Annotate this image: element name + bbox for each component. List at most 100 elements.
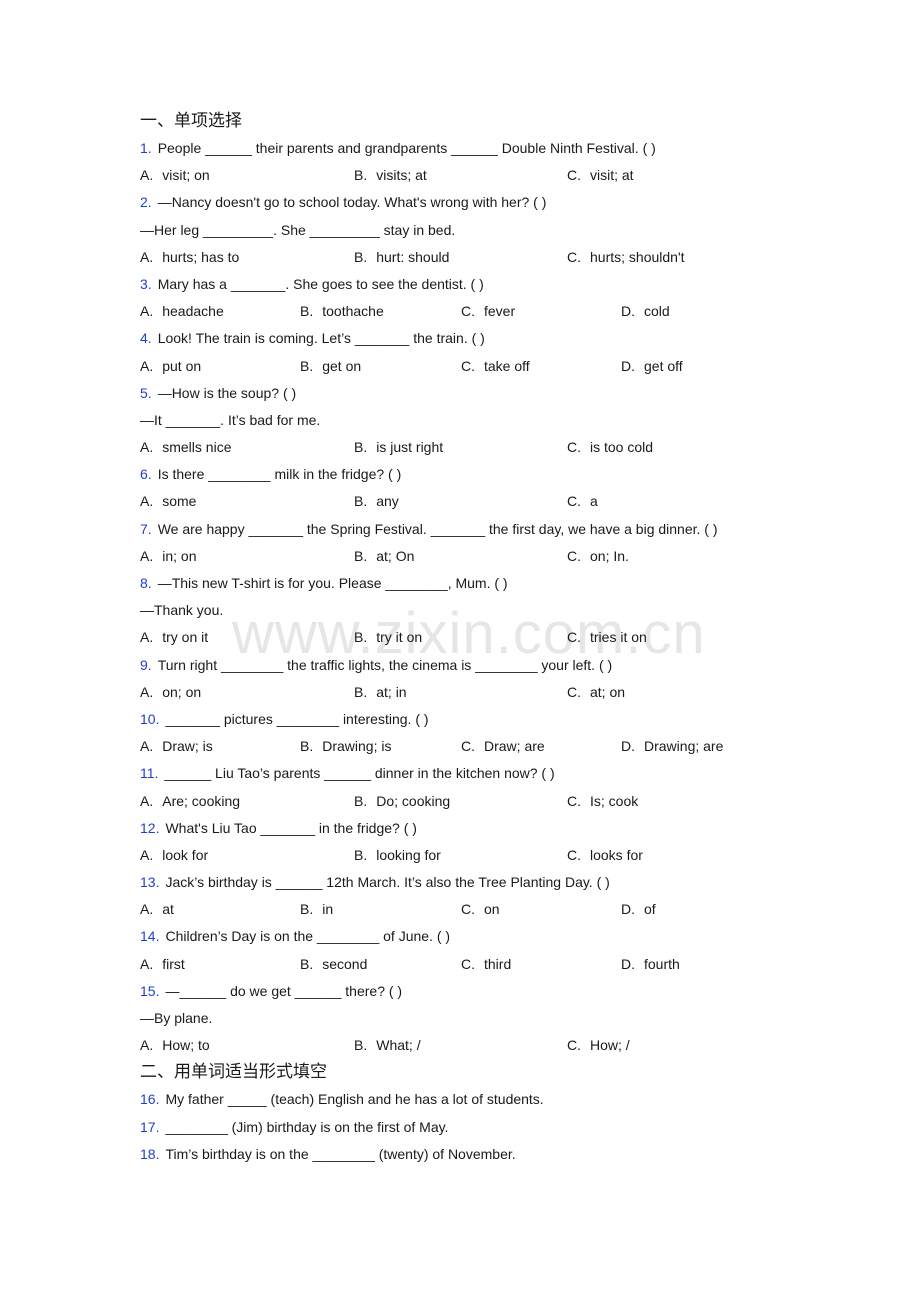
option-letter: D. <box>621 901 635 918</box>
answer-option[interactable]: C. at; on <box>567 679 625 706</box>
question-number: 4. <box>140 330 152 347</box>
option-letter: A. <box>140 547 154 564</box>
answer-option[interactable]: B. try it on <box>354 624 422 651</box>
question-number: 18. <box>140 1145 160 1162</box>
answer-option[interactable]: C. Draw; are <box>461 733 545 760</box>
option-letter: C. <box>567 493 581 510</box>
option-letter: D. <box>621 303 635 320</box>
option-letter: B. <box>354 547 368 564</box>
answer-option[interactable]: A. put on <box>140 353 201 380</box>
answer-option[interactable]: A. try on it <box>140 624 208 651</box>
answer-option[interactable]: C. is too cold <box>567 434 653 461</box>
question-stem: 16. My father _____ (teach) English and h… <box>140 1086 800 1113</box>
question-number: 17. <box>140 1118 160 1135</box>
answer-option[interactable]: A. visit; on <box>140 162 210 189</box>
answer-option[interactable]: A. first <box>140 951 185 978</box>
answer-options: A. at B. in C. on D. of <box>140 896 800 923</box>
option-letter: A. <box>140 738 154 755</box>
answer-option[interactable]: A. in; on <box>140 543 196 570</box>
answer-option[interactable]: B. visits; at <box>354 162 427 189</box>
question-stem: 11. ______ Liu Tao’s parents ______ dinne… <box>140 760 800 787</box>
answer-option[interactable]: C. visit; at <box>567 162 634 189</box>
question-number: 14. <box>140 928 160 945</box>
answer-option[interactable]: C. hurts; shouldn't <box>567 244 685 271</box>
answer-options: A. hurts; has to B. hurt: should C. hurts; sh… <box>140 244 800 271</box>
answer-option[interactable]: C. looks for <box>567 842 643 869</box>
option-text: headache <box>162 303 224 320</box>
section-heading: 二、用单词适当形式填空 <box>140 1062 327 1083</box>
answer-option[interactable]: D. Drawing; are <box>621 733 723 760</box>
answer-option[interactable]: C. third <box>461 951 511 978</box>
answer-option[interactable]: C. a <box>567 488 598 515</box>
option-text: tries it on <box>590 629 647 646</box>
question-stem: 3. Mary has a _______. She goes to see th… <box>140 271 800 298</box>
question-stem: 14. Children’s Day is on the ________ of … <box>140 923 800 950</box>
option-letter: C. <box>567 846 581 863</box>
answer-option[interactable]: C. take off <box>461 353 530 380</box>
option-letter: B. <box>354 792 368 809</box>
answer-option[interactable]: B. at; On <box>354 543 414 570</box>
answer-option[interactable]: C. Is; cook <box>567 788 638 815</box>
answer-option[interactable]: A. smells nice <box>140 434 231 461</box>
question-text: —This new T-shirt is for you. Please ___… <box>157 575 508 591</box>
answer-option[interactable]: A. headache <box>140 298 224 325</box>
answer-option[interactable]: A. some <box>140 488 196 515</box>
question-text: What's Liu Tao _______ in the fridge? ( … <box>165 819 417 836</box>
option-letter: B. <box>354 439 368 456</box>
answer-option[interactable]: B. looking for <box>354 842 441 869</box>
answer-option[interactable]: A. Draw; is <box>140 733 213 760</box>
answer-option[interactable]: B. at; in <box>354 679 407 706</box>
answer-option[interactable]: B. Drawing; is <box>300 733 391 760</box>
option-text: third <box>484 955 512 972</box>
answer-option[interactable]: C. fever <box>461 298 515 325</box>
answer-option[interactable]: B. second <box>300 951 367 978</box>
option-letter: A. <box>140 629 154 646</box>
option-text: in <box>322 901 334 918</box>
answer-option[interactable]: B. is just right <box>354 434 443 461</box>
option-text: at <box>162 901 174 918</box>
option-letter: C. <box>461 303 475 320</box>
answer-option[interactable]: A. hurts; has to <box>140 244 239 271</box>
question-text: —______ do we get ______ there? ( ) <box>165 982 403 999</box>
answer-options: A. Draw; is B. Drawing; is C. Draw; are D. Draw… <box>140 733 800 760</box>
option-text: visits; at <box>376 167 427 184</box>
answer-option[interactable]: C. on <box>461 896 500 923</box>
question-text: ______ Liu Tao’s parents ______ dinner i… <box>164 765 555 782</box>
answer-option[interactable]: C. tries it on <box>567 624 647 651</box>
option-text: first <box>162 955 185 972</box>
answer-option[interactable]: B. any <box>354 488 399 515</box>
answer-option[interactable]: A. How; to <box>140 1032 210 1059</box>
answer-option[interactable]: B. toothache <box>300 298 384 325</box>
answer-option[interactable]: B. get on <box>300 353 361 380</box>
option-letter: C. <box>567 683 581 700</box>
option-text: look for <box>162 846 209 863</box>
answer-option[interactable]: C. How; / <box>567 1032 630 1059</box>
answer-option[interactable]: B. Do; cooking <box>354 788 450 815</box>
answer-option[interactable]: B. What; / <box>354 1032 421 1059</box>
answer-option[interactable]: A. at <box>140 896 174 923</box>
answer-option[interactable]: B. hurt: should <box>354 244 449 271</box>
answer-option[interactable]: D. cold <box>621 298 670 325</box>
option-text: visit; at <box>590 167 634 184</box>
option-letter: B. <box>354 167 368 184</box>
option-letter: C. <box>567 1037 581 1054</box>
question-text: Turn right ________ the traffic lights, … <box>157 656 613 673</box>
option-text: hurts; has to <box>162 248 240 265</box>
option-text: put on <box>162 357 202 374</box>
answer-option[interactable]: D. get off <box>621 353 683 380</box>
answer-option[interactable]: D. fourth <box>621 951 680 978</box>
answer-option[interactable]: B. in <box>300 896 333 923</box>
option-letter: C. <box>567 547 581 564</box>
answer-option[interactable]: D. of <box>621 896 656 923</box>
worksheet: 一、单项选择 1. People ______ their parents and … <box>140 108 800 1168</box>
answer-option[interactable]: C. on; In. <box>567 543 629 570</box>
option-letter: B. <box>354 493 368 510</box>
answer-option[interactable]: A. look for <box>140 842 208 869</box>
answer-option[interactable]: A. Are; cooking <box>140 788 240 815</box>
option-letter: A. <box>140 248 154 265</box>
option-text: looks for <box>590 846 643 863</box>
option-letter: A. <box>140 846 154 863</box>
option-text: hurt: should <box>376 248 450 265</box>
answer-option[interactable]: A. on; on <box>140 679 201 706</box>
question-text: Jack’s birthday is ______ 12th March. It… <box>165 874 610 891</box>
